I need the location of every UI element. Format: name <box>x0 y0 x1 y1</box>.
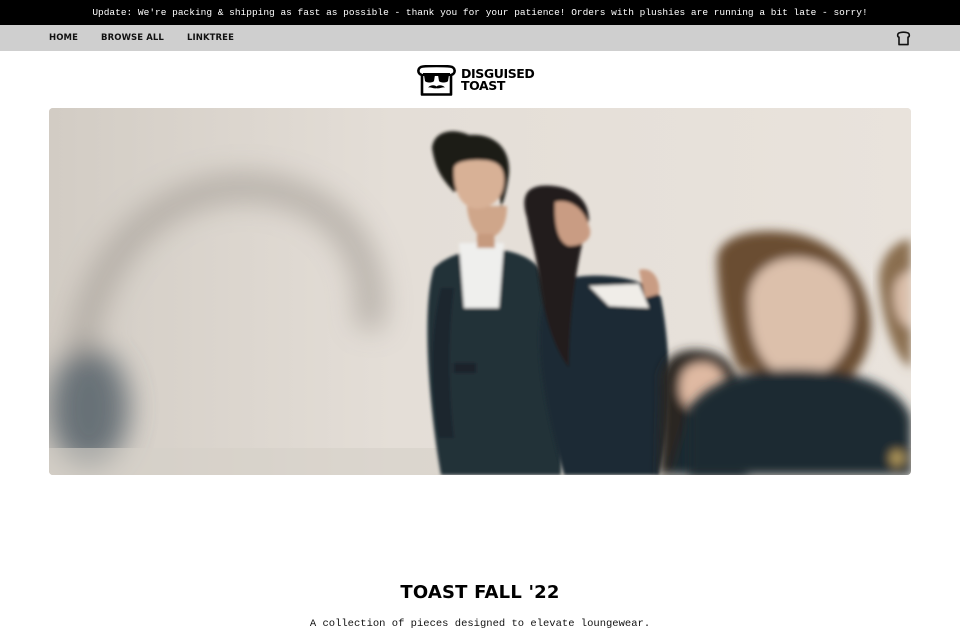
collection-description: A collection of pieces designed to eleva… <box>309 618 651 630</box>
nav-links: HOME BROWSE ALL LINKTREE <box>0 33 257 43</box>
announcement-text: Update: We're packing & shipping as fast… <box>92 7 868 18</box>
toast-cart-icon <box>896 30 910 45</box>
brand-logo[interactable]: DISGUISED TOAST <box>416 64 546 96</box>
nav-home-link[interactable]: HOME <box>49 33 78 43</box>
nav-browse-all-link[interactable]: BROWSE ALL <box>101 33 164 43</box>
toast-sunglasses-logo <box>417 64 456 96</box>
cart-button[interactable] <box>895 30 911 46</box>
brand-line-2: TOAST <box>461 78 506 93</box>
brand-wordmark: DISGUISED TOAST <box>461 67 535 93</box>
collection-title: TOAST FALL '22 <box>400 582 560 603</box>
announcement-bar: Update: We're packing & shipping as fast… <box>0 0 960 25</box>
top-navigation: HOME BROWSE ALL LINKTREE <box>0 25 960 51</box>
hero-banner-image[interactable] <box>49 108 911 475</box>
fall-collection-models-photo <box>49 108 911 475</box>
nav-linktree-link[interactable]: LINKTREE <box>187 33 234 43</box>
